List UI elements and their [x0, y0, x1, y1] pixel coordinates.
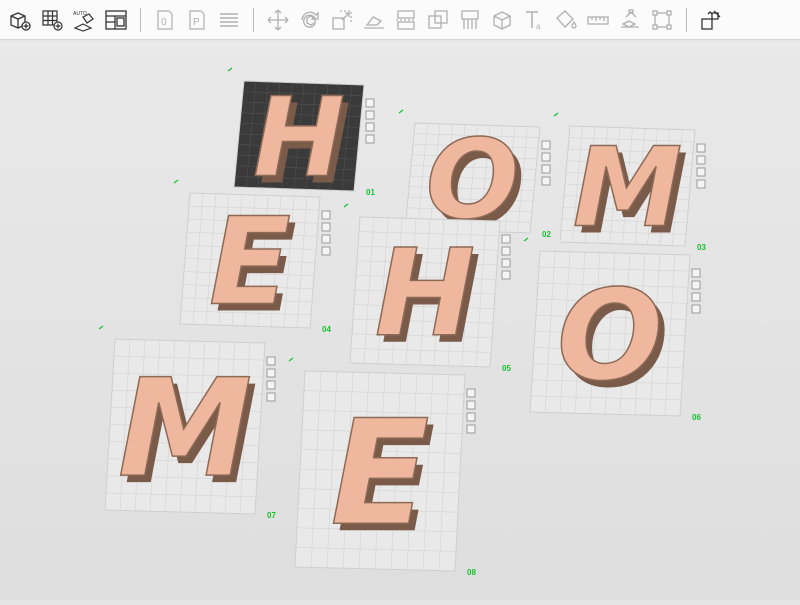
build-plate-06[interactable]: OO06: [523, 237, 701, 422]
toolbar-divider: [140, 7, 141, 32]
plate-delete-icon[interactable]: [541, 140, 551, 150]
svg-text:0: 0: [161, 17, 167, 28]
plate-number: 02: [542, 230, 551, 239]
plate-marker: [553, 112, 559, 117]
plate-number: 01: [366, 188, 375, 197]
plate-settings-icon[interactable]: [466, 424, 476, 434]
plate-delete-icon[interactable]: [691, 268, 701, 278]
svg-text:a: a: [536, 22, 541, 31]
plate-settings-icon[interactable]: [696, 179, 706, 189]
plate-delete-icon[interactable]: [696, 143, 706, 153]
plate-marker: [98, 325, 104, 330]
3d-viewport[interactable]: H H 01 O O 02 M M 03 E E 04 H H 05 O O 06 M M 07 E E 08: [0, 41, 800, 600]
plates-scene: HH 01 OO 02 MM 03EE 04 HH05 OO06MM07 EE08: [98, 67, 706, 577]
svg-text:P: P: [193, 17, 200, 28]
add-model-icon[interactable]: [7, 7, 33, 33]
plate-settings-icon[interactable]: [266, 392, 276, 402]
plate-arrange-icon[interactable]: [365, 110, 375, 120]
letter-model[interactable]: E: [330, 388, 431, 559]
layers-icon[interactable]: [216, 7, 242, 33]
lay-flat-icon[interactable]: [361, 7, 387, 33]
plate-settings-icon[interactable]: [541, 176, 551, 186]
plate-arrange-icon[interactable]: [691, 280, 701, 290]
toolbar-divider: [686, 7, 687, 32]
scale-icon[interactable]: [329, 7, 355, 33]
explode-icon[interactable]: [698, 7, 724, 33]
plate-delete-icon[interactable]: [365, 98, 375, 108]
build-plate-03[interactable]: MM 03: [553, 112, 706, 259]
cut-icon[interactable]: [393, 7, 419, 33]
plate-lock-icon[interactable]: [501, 258, 511, 268]
plate-delete-icon[interactable]: [466, 388, 476, 398]
cube-icon[interactable]: [489, 7, 515, 33]
plate-number: 08: [467, 568, 476, 577]
letter-model[interactable]: M: [572, 123, 683, 253]
plate-marker: [227, 67, 233, 72]
assembly-icon[interactable]: [617, 7, 643, 33]
text-icon[interactable]: a: [521, 7, 547, 33]
plate-arrange-icon[interactable]: [466, 400, 476, 410]
plate-arrange-icon[interactable]: [541, 152, 551, 162]
arrange-grid-icon[interactable]: [39, 7, 65, 33]
plate-delete-icon[interactable]: [266, 356, 276, 366]
plate-lock-icon[interactable]: [365, 122, 375, 132]
plate-settings-icon[interactable]: [501, 270, 511, 280]
letter-model[interactable]: O: [556, 263, 664, 410]
plate-marker: [173, 179, 179, 184]
plate-lock-icon[interactable]: [266, 380, 276, 390]
plate-marker: [288, 357, 294, 362]
plate-lock-icon[interactable]: [466, 412, 476, 422]
plate-delete-icon[interactable]: [321, 210, 331, 220]
plate-lock-icon[interactable]: [321, 234, 331, 244]
plate-number: 05: [502, 364, 511, 373]
build-plate-01[interactable]: HH 01: [227, 67, 375, 209]
rotate-icon[interactable]: [297, 7, 323, 33]
plate-lock-icon[interactable]: [696, 167, 706, 177]
letter-model[interactable]: H: [374, 224, 476, 365]
plate-number: 07: [267, 511, 276, 520]
plate-arrange-icon[interactable]: [266, 368, 276, 378]
boolean-icon[interactable]: [425, 7, 451, 33]
build-plate-04[interactable]: EE 04: [173, 179, 331, 340]
plate-settings-icon[interactable]: [321, 246, 331, 256]
paint-bucket-icon[interactable]: [553, 7, 579, 33]
plate-arrange-icon[interactable]: [696, 155, 706, 165]
build-plate-07[interactable]: MM07: [98, 325, 276, 520]
support-paint-icon[interactable]: [457, 7, 483, 33]
letter-model[interactable]: M: [117, 349, 253, 508]
plate-marker: [398, 109, 404, 114]
auto-orient-icon[interactable]: AUTO: [71, 7, 97, 33]
plate-delete-icon[interactable]: [501, 234, 511, 244]
letter-model[interactable]: E: [208, 193, 291, 334]
plate-p-icon[interactable]: P: [184, 7, 210, 33]
plate-arrange-icon[interactable]: [501, 246, 511, 256]
plate-number: 04: [322, 325, 331, 334]
toolbar-divider: [253, 7, 254, 32]
plate-settings-icon[interactable]: [365, 134, 375, 144]
measure-icon[interactable]: [585, 7, 611, 33]
split-plates-icon[interactable]: [103, 7, 129, 33]
build-plate-08[interactable]: EE08: [288, 357, 476, 577]
bounding-box-icon[interactable]: [649, 7, 675, 33]
plate-number: 06: [692, 413, 701, 422]
plate-lock-icon[interactable]: [541, 164, 551, 174]
plate-arrange-icon[interactable]: [321, 222, 331, 232]
letter-model[interactable]: H: [252, 73, 346, 203]
move-icon[interactable]: [265, 7, 291, 33]
main-toolbar: AUTO 0 P a: [0, 0, 800, 40]
build-plate-05[interactable]: HH05: [343, 203, 511, 373]
plate-o-icon[interactable]: 0: [152, 7, 178, 33]
plate-settings-icon[interactable]: [691, 304, 701, 314]
plate-lock-icon[interactable]: [691, 292, 701, 302]
plate-number: 03: [697, 243, 706, 252]
